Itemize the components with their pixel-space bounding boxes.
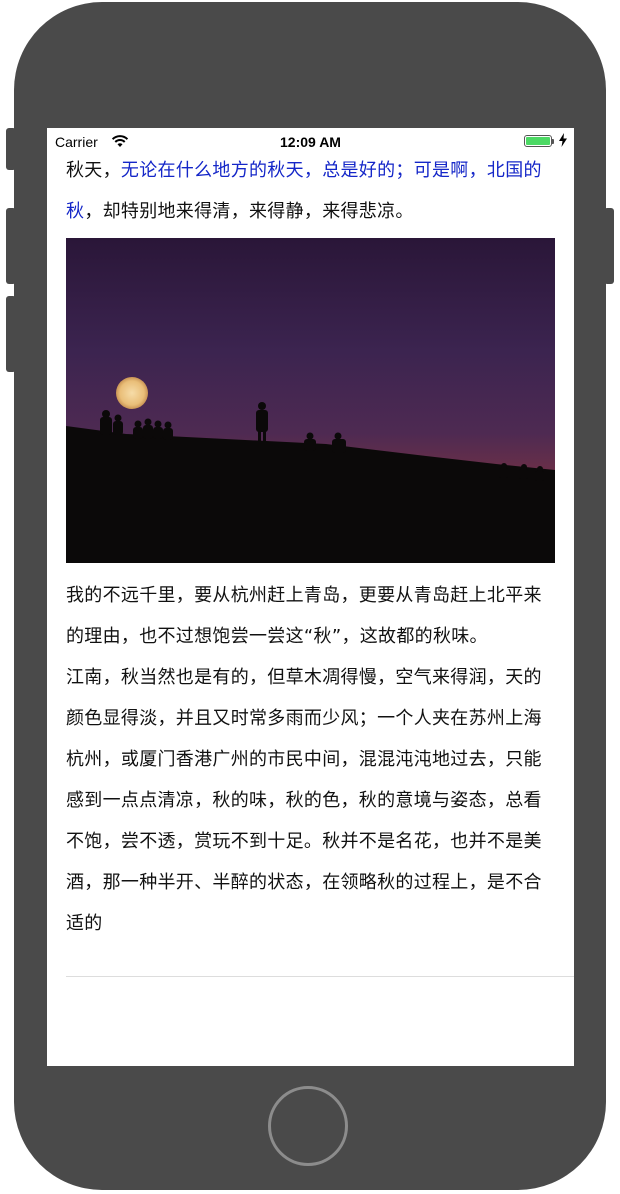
article-scroll-view[interactable]: 秋天，无论在什么地方的秋天，总是好的；可是啊，北国的秋，却特别地来得清，来得静，…	[66, 150, 556, 944]
paragraph-1: 秋天，无论在什么地方的秋天，总是好的；可是啊，北国的秋，却特别地来得清，来得静，…	[66, 150, 556, 232]
home-button[interactable]	[268, 1086, 348, 1166]
battery-level	[526, 137, 550, 145]
bolt-icon	[559, 133, 567, 147]
paragraph-2: 我的不远千里，要从杭州赶上青岛，更要从青岛赶上北平来的理由，也不过想饱尝一尝这“…	[66, 585, 542, 647]
status-time: 12:09 AM	[280, 134, 341, 150]
paragraph-1-start: 秋天，	[66, 160, 121, 181]
moon-silhouette-photo	[66, 238, 555, 563]
battery-cap	[552, 139, 554, 144]
paragraph-3: 江南，秋当然也是有的，但草木凋得慢，空气来得润，天的颜色显得淡，并且又时常多雨而…	[66, 667, 542, 934]
battery-icon	[524, 135, 552, 147]
content-divider	[66, 976, 574, 977]
device-screen: Carrier 12:09 AM 秋天，无论在什么地方的秋天，总是好的；可是啊，…	[47, 128, 574, 1066]
paragraph-1-end: ，却特别地来得清，来得静，来得悲凉。	[84, 201, 414, 222]
